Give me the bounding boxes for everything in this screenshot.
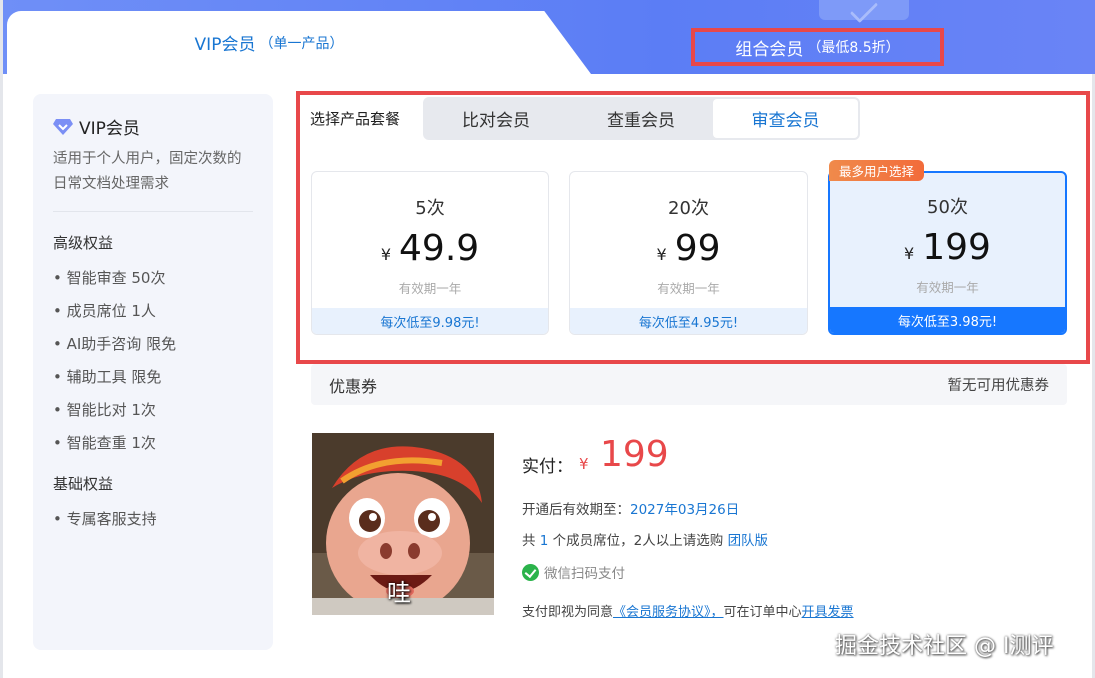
plan-card-20[interactable]: 20次 ¥ 99 有效期一年 每次低至4.95元! <box>569 171 808 335</box>
agreement-line: 支付即视为同意《会员服务协议》，可在订单中心开具发票 <box>522 601 854 620</box>
plan-card-50-selected[interactable]: 50次 ¥ 199 有效期一年 每次低至3.98元! <box>828 171 1067 335</box>
benefits-description: 适用于个人用户，固定次数的日常文档处理需求 <box>53 151 242 192</box>
plan-validity: 有效期一年 <box>916 280 979 295</box>
actual-payment-label: 实付： <box>522 457 573 477</box>
tab-combo-membership[interactable]: 组合会员 （最低8.5折） <box>691 28 944 66</box>
plan-count: 50次 <box>927 197 968 218</box>
validity-date: 2027年03月26日 <box>630 502 740 518</box>
product-segmented-control: 比对会员 查重会员 审查会员 <box>423 97 860 140</box>
currency-symbol: ¥ <box>904 244 915 263</box>
seats-line: 共 1 个成员席位，2人以上请选购 团队版 <box>522 529 768 549</box>
benefits-title-text: VIP会员 <box>79 119 140 139</box>
plan-unit-price: 每次低至3.98元! <box>830 307 1065 333</box>
agree-prefix: 支付即视为同意 <box>522 605 614 620</box>
wechat-pay-line: 微信扫码支付 <box>522 562 625 582</box>
plan-count: 20次 <box>668 198 709 219</box>
benefits-divider <box>53 211 253 212</box>
tab-vip-single[interactable]: VIP会员 （单一产品） <box>7 11 591 74</box>
benefit-item: • AI助手咨询 限免 <box>53 335 177 353</box>
tab-combo-label: 组合会员 <box>735 39 804 60</box>
benefit-item: • 智能审查 50次 <box>53 269 166 287</box>
seats-prefix: 共 <box>522 533 540 549</box>
wechat-pay-icon <box>522 563 539 581</box>
membership-dialog: VIP会员 （单一产品） 组合会员 （最低8.5折） VIP会员 适用于个人用户… <box>0 0 1095 678</box>
validity-line: 开通后有效期至：2027年03月26日 <box>522 498 739 518</box>
plan-validity: 有效期一年 <box>398 281 462 296</box>
plan-card-5[interactable]: 5次 ¥ 49.9 有效期一年 每次低至9.98元! <box>311 171 549 335</box>
plan-count: 5次 <box>415 198 445 219</box>
benefits-title: VIP会员 <box>53 114 253 139</box>
benefit-item: • 辅助工具 限免 <box>53 368 162 386</box>
coupon-title: 优惠券 <box>329 376 378 396</box>
image-caption: 哇 <box>387 579 411 607</box>
benefit-item: • 智能比对 1次 <box>53 401 156 419</box>
agree-middle: 可在订单中心 <box>723 605 802 620</box>
diamond-icon <box>53 118 73 135</box>
benefit-item: • 专属客服支持 <box>53 510 157 528</box>
wechat-pay-text: 微信扫码支付 <box>544 566 625 582</box>
segment-compare-member[interactable]: 比对会员 <box>423 97 569 140</box>
tab-vip-label: VIP会员 <box>194 35 256 55</box>
payment-qr-image: 哇 <box>312 433 494 615</box>
team-edition-link[interactable]: 团队版 <box>728 533 769 549</box>
tab-combo-sub: （最低8.5折） <box>807 40 900 56</box>
seats-suffix: 个成员席位，2人以上请选购 <box>548 533 728 549</box>
currency-symbol: ¥ <box>380 245 392 264</box>
service-agreement-link[interactable]: 《会员服务协议》， <box>613 605 724 620</box>
tab-vip-sub: （单一产品） <box>259 35 344 52</box>
select-package-label: 选择产品套餐 <box>310 110 401 128</box>
plan-price: 199 <box>922 227 991 268</box>
plan-price: 99 <box>674 228 721 269</box>
segment-review-member[interactable]: 审查会员 <box>713 99 858 138</box>
benefits-panel: VIP会员 适用于个人用户，固定次数的日常文档处理需求 高级权益 • 智能审查 … <box>33 94 273 650</box>
benefit-item: • 成员席位 1人 <box>53 302 156 320</box>
payment-amount: 199 <box>600 434 669 475</box>
segment-duplicate-check-member[interactable]: 查重会员 <box>568 97 714 140</box>
plan-price-row: ¥ 199 <box>830 227 1065 268</box>
benefit-item: • 智能查重 1次 <box>53 434 156 452</box>
coupon-row[interactable]: 优惠券 暂无可用优惠券 <box>311 364 1067 405</box>
plan-validity: 有效期一年 <box>657 281 720 296</box>
plan-unit-price: 每次低至9.98元! <box>312 308 548 334</box>
plan-price-row: ¥ 49.9 <box>312 228 548 269</box>
most-popular-badge: 最多用户选择 <box>829 160 925 181</box>
advanced-benefits-title: 高级权益 <box>53 234 114 252</box>
validity-prefix: 开通后有效期至： <box>522 502 630 518</box>
coupon-status: 暂无可用优惠券 <box>947 378 1050 394</box>
plan-unit-price: 每次低至4.95元! <box>570 308 807 334</box>
payment-currency: ¥ <box>579 455 589 473</box>
invoice-link[interactable]: 开具发票 <box>802 605 854 620</box>
watermark: 掘金技术社区 @ I测评 <box>835 634 1054 659</box>
basic-benefits-title: 基础权益 <box>53 475 114 493</box>
plan-price: 49.9 <box>399 228 480 269</box>
plan-price-row: ¥ 99 <box>570 228 807 269</box>
currency-symbol: ¥ <box>656 245 667 264</box>
